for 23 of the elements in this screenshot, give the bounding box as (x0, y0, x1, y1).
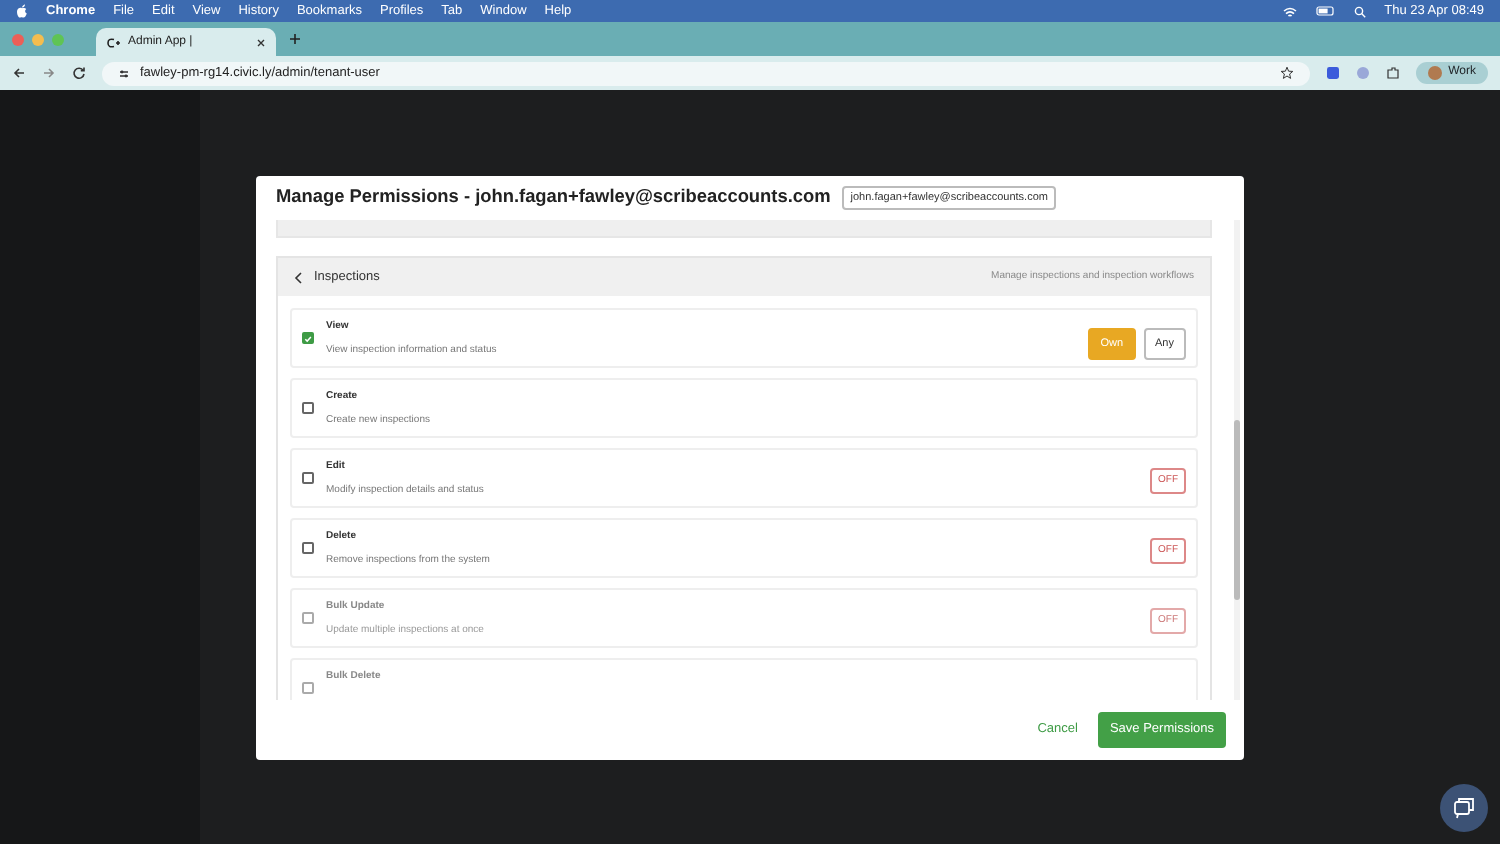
wifi-icon (1282, 5, 1299, 17)
puzzle-icon[interactable] (1386, 66, 1401, 80)
logo-icon (106, 37, 120, 47)
site-info-icon (118, 67, 130, 79)
chat-icon (1452, 796, 1476, 820)
avatar-icon (1428, 66, 1443, 80)
search-icon (1354, 5, 1367, 17)
checkbox[interactable] (302, 332, 314, 344)
back-icon[interactable] (12, 66, 26, 80)
chat-button[interactable] (1440, 784, 1488, 832)
reload-icon[interactable] (72, 66, 86, 80)
close-icon[interactable] (256, 37, 266, 47)
scrollbar[interactable] (1234, 220, 1240, 700)
star-icon[interactable] (1280, 66, 1295, 80)
apple-icon (16, 4, 28, 18)
chevron-icon[interactable] (294, 271, 302, 283)
modal-title: Manage Permissions - john.fagan+fawley@scribeaccounts.com (276, 184, 831, 211)
new-tab-icon[interactable] (288, 32, 302, 46)
checkbox[interactable] (302, 402, 314, 414)
checkbox[interactable] (302, 472, 314, 484)
battery-icon (1316, 6, 1337, 16)
forward-icon[interactable] (42, 66, 56, 80)
checkbox[interactable] (302, 542, 314, 554)
